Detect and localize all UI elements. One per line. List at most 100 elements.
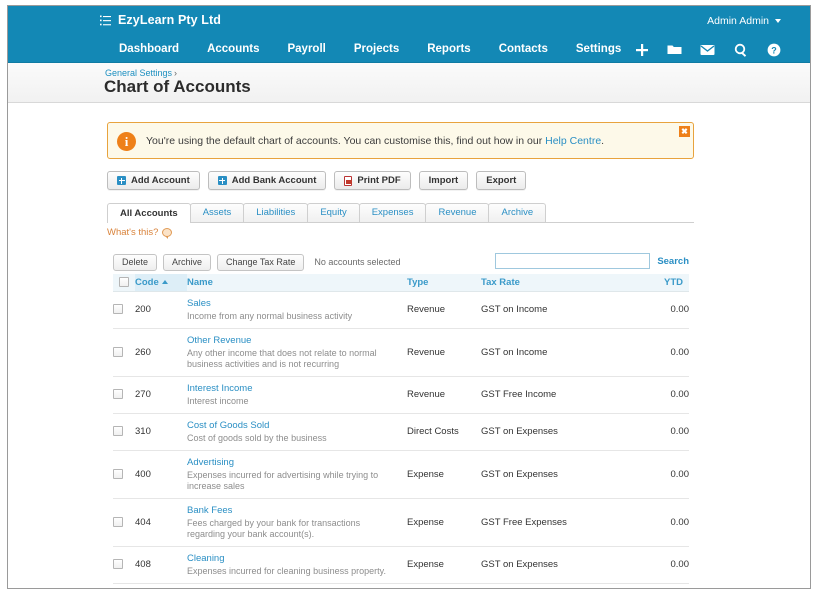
plus-icon[interactable] <box>625 36 658 63</box>
folder-icon[interactable] <box>658 36 691 63</box>
nav-item-reports[interactable]: Reports <box>413 36 484 63</box>
table-body: 200 Sales Income from any normal business … <box>113 291 689 588</box>
whats-this-label: What's this? <box>107 227 159 238</box>
account-name-link[interactable]: Cleaning <box>187 553 407 565</box>
nav-item-payroll[interactable]: Payroll <box>273 36 339 63</box>
column-header-name[interactable]: Name <box>187 274 407 292</box>
import-button[interactable]: Import <box>418 171 469 190</box>
account-name-cell: Bank Fees Fees charged by your bank for t… <box>187 498 407 547</box>
account-name-cell: Advertising Expenses incurred for adverti… <box>187 450 407 499</box>
column-header-tax-rate[interactable]: Tax Rate <box>481 274 599 292</box>
account-type: Direct Costs <box>407 413 481 451</box>
account-code: 400 <box>135 450 187 499</box>
account-ytd[interactable]: 0.00 <box>599 413 689 451</box>
change-tax-rate-button[interactable]: Change Tax Rate <box>217 253 305 271</box>
envelope-icon[interactable] <box>691 36 724 63</box>
user-menu[interactable]: Admin Admin <box>707 15 781 27</box>
archive-button[interactable]: Archive <box>163 253 212 271</box>
row-checkbox[interactable] <box>113 389 123 400</box>
table-row: 412Consulting & AccountingExpenses relat… <box>113 583 689 588</box>
account-code: 200 <box>135 291 187 329</box>
account-name-link[interactable]: Advertising <box>187 457 407 469</box>
account-name-link[interactable]: Sales <box>187 298 407 310</box>
row-select-cell <box>113 498 135 547</box>
table-row: 404 Bank Fees Fees charged by your bank fo… <box>113 498 689 547</box>
add-account-button[interactable]: Add Account <box>107 171 200 190</box>
tab-assets[interactable]: Assets <box>189 203 245 222</box>
add-bank-account-label: Add Bank Account <box>231 175 317 186</box>
column-header-code-label: Code <box>135 276 159 288</box>
nav-item-projects[interactable]: Projects <box>340 36 413 63</box>
row-select-cell <box>113 450 135 499</box>
add-bank-account-button[interactable]: Add Bank Account <box>207 171 327 190</box>
row-checkbox[interactable] <box>113 426 123 437</box>
account-code: 404 <box>135 498 187 547</box>
account-name-link[interactable]: Bank Fees <box>187 505 407 517</box>
selection-status: No accounts selected <box>314 257 401 267</box>
row-select-cell <box>113 291 135 329</box>
account-name-cell: Consulting & AccountingExpenses related … <box>187 583 407 588</box>
column-header-code[interactable]: Code <box>135 274 187 292</box>
account-ytd[interactable]: 0.00 <box>599 291 689 329</box>
row-select-cell <box>113 546 135 584</box>
export-button[interactable]: Export <box>476 171 527 190</box>
delete-button[interactable]: Delete <box>113 253 158 271</box>
search-icon[interactable] <box>724 36 757 63</box>
column-header-ytd[interactable]: YTD <box>599 274 689 292</box>
account-name-link[interactable]: Other Revenue <box>187 335 407 347</box>
action-button-row: Add Account Add Bank Account Print PDF I… <box>107 171 527 190</box>
row-checkbox[interactable] <box>113 304 123 315</box>
account-tax-rate: GST on Income <box>481 328 599 377</box>
sort-ascending-icon <box>161 280 168 285</box>
select-all-header <box>113 274 135 292</box>
main-nav: Dashboard Accounts Payroll Projects Repo… <box>8 36 810 63</box>
help-centre-link[interactable]: Help Centre <box>545 135 601 147</box>
account-ytd[interactable]: 0.00 <box>599 450 689 499</box>
account-name-link[interactable]: Interest Income <box>187 383 407 395</box>
select-all-checkbox[interactable] <box>119 277 129 288</box>
account-ytd[interactable]: 0.00 <box>599 583 689 588</box>
row-checkbox[interactable] <box>113 468 123 479</box>
account-ytd[interactable]: 0.00 <box>599 328 689 377</box>
column-header-type[interactable]: Type <box>407 274 481 292</box>
account-ytd[interactable]: 0.00 <box>599 376 689 414</box>
info-banner-message: You're using the default chart of accoun… <box>146 135 546 147</box>
nav-item-dashboard[interactable]: Dashboard <box>105 36 193 63</box>
account-name-link[interactable]: Cost of Goods Sold <box>187 420 407 432</box>
account-name-cell: Interest Income Interest income <box>187 376 407 414</box>
print-pdf-button[interactable]: Print PDF <box>334 171 411 190</box>
tab-revenue[interactable]: Revenue <box>425 203 490 222</box>
search-input[interactable] <box>495 253 651 269</box>
row-checkbox[interactable] <box>113 559 123 570</box>
whats-this-link[interactable]: What's this? <box>107 227 173 239</box>
account-ytd[interactable]: 0.00 <box>599 546 689 584</box>
page-title: Chart of Accounts <box>104 77 251 96</box>
account-tax-rate: GST on Income <box>481 291 599 329</box>
tab-expenses[interactable]: Expenses <box>358 203 427 222</box>
brand[interactable]: EzyLearn Pty Ltd <box>100 13 221 27</box>
account-ytd[interactable]: 0.00 <box>599 498 689 547</box>
account-type-tabs: All Accounts Assets Liabilities Equity E… <box>107 203 694 223</box>
nav-item-contacts[interactable]: Contacts <box>485 36 562 63</box>
tab-equity[interactable]: Equity <box>307 203 360 222</box>
account-tax-rate: GST Free Income <box>481 376 599 414</box>
nav-item-accounts[interactable]: Accounts <box>193 36 273 63</box>
close-icon[interactable]: ✖ <box>679 126 690 137</box>
tab-archive[interactable]: Archive <box>488 203 547 222</box>
account-name-cell: Cost of Goods Sold Cost of goods sold by … <box>187 413 407 451</box>
row-checkbox[interactable] <box>113 346 123 357</box>
table-row: 400 Advertising Expenses incurred for adve… <box>113 450 689 499</box>
help-icon[interactable]: ? <box>757 36 790 63</box>
account-description: Fees charged by your bank for transactio… <box>187 517 361 539</box>
search-group: Search <box>495 253 689 269</box>
tab-liabilities[interactable]: Liabilities <box>243 203 309 222</box>
account-type: Expense <box>407 450 481 499</box>
table-row: 270 Interest Income Interest income Revenue… <box>113 376 689 414</box>
accounts-table: Code Name Type Tax Rate YTD 200 Sales Inco… <box>113 274 689 588</box>
list-icon <box>100 15 111 26</box>
row-select-cell <box>113 328 135 377</box>
tab-all-accounts[interactable]: All Accounts <box>107 203 191 223</box>
search-button[interactable]: Search <box>657 256 689 267</box>
row-checkbox[interactable] <box>113 516 123 527</box>
account-description: Expenses incurred for cleaning business … <box>187 565 386 576</box>
